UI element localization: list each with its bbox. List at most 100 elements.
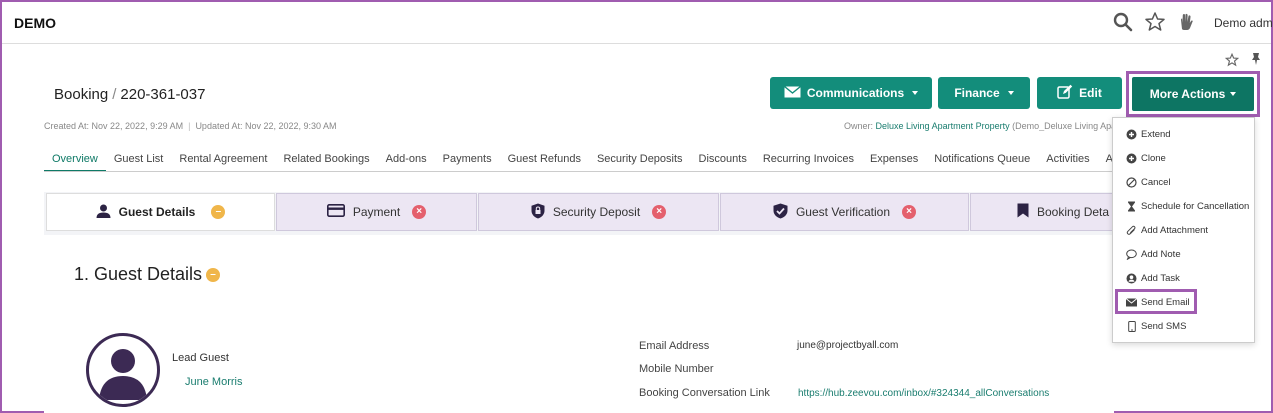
error-status-icon: × [902,205,917,219]
menu-label: Extend [1141,128,1171,140]
section-title: 1. Guest Details – [74,264,221,285]
edit-label: Edit [1079,86,1102,100]
app-brand[interactable]: DEMO [14,15,56,31]
lead-guest-name[interactable]: June Morris [185,376,242,388]
menu-item-extend[interactable]: Extend [1126,125,1171,143]
record-meta: Created At: Nov 22, 2022, 9:29 AM | Update… [44,121,337,131]
menu-item-schedule-cancellation[interactable]: Schedule for Cancellation [1126,197,1249,215]
breadcrumb: Booking/220-361-037 [54,86,205,103]
mobile-label: Mobile Number [639,363,714,375]
tab-related-bookings[interactable]: Related Bookings [275,150,377,172]
menu-item-add-task[interactable]: Add Task [1126,269,1180,287]
comment-icon [1126,249,1137,260]
search-icon[interactable] [1112,11,1134,33]
tab-guest-refunds[interactable]: Guest Refunds [500,150,589,172]
shield-check-icon [773,203,788,222]
finance-button[interactable]: Finance [938,77,1030,109]
top-bar: DEMO Demo admin [2,2,1273,44]
step-label: Guest Details [118,205,196,219]
chevron-down-icon [1230,92,1237,96]
menu-label: Clone [1141,152,1166,164]
menu-item-send-sms[interactable]: Send SMS [1126,317,1186,335]
lead-guest-label: Lead Guest [172,352,229,364]
step-guest-details[interactable]: Guest Details – [46,193,275,231]
menu-label: Schedule for Cancellation [1141,200,1250,212]
breadcrumb-record: 220-361-037 [120,86,206,103]
conversation-link[interactable]: https://hub.zeevou.com/inbox/#324344_all… [798,388,1049,399]
tab-overview[interactable]: Overview [44,150,106,172]
chevron-down-icon [1007,91,1014,95]
owner-info: Owner: Deluxe Living Apartment Property … [844,121,1124,131]
owner-link[interactable]: Deluxe Living Apartment Property [876,121,1010,131]
user-menu[interactable]: Demo admin [1214,16,1273,30]
plus-circle-icon [1126,153,1137,164]
email-value: june@projectbyall.com [797,340,899,351]
owner-label: Owner: [844,121,874,131]
tab-recurring-invoices[interactable]: Recurring Invoices [755,150,862,172]
tab-activities[interactable]: Activities [1038,150,1097,172]
mobile-phone-icon [1126,320,1137,332]
error-status-icon: × [412,205,427,219]
tab-discounts[interactable]: Discounts [691,150,755,172]
menu-item-add-attachment[interactable]: Add Attachment [1126,221,1208,239]
menu-label: Send SMS [1141,320,1187,332]
more-actions-button[interactable]: More Actions [1132,77,1254,111]
step-label: Guest Verification [795,205,891,219]
favorite-star-icon[interactable] [1224,52,1240,72]
communications-label: Communications [806,86,905,100]
breadcrumb-separator: / [112,86,117,103]
paperclip-icon [1126,225,1137,236]
menu-label: Add Task [1141,272,1180,284]
shield-lock-icon [531,203,545,222]
section-title-text: 1. Guest Details [74,264,203,284]
step-guest-verification[interactable]: Guest Verification × [720,193,969,231]
tab-rental-agreement[interactable]: Rental Agreement [171,150,275,172]
plus-circle-icon [1126,129,1137,140]
tab-security-deposits[interactable]: Security Deposits [589,150,691,172]
warning-status-icon: – [206,267,221,282]
user-icon [96,204,111,221]
pin-icon[interactable] [1250,52,1262,71]
user-circle-icon [1126,273,1137,284]
email-label: Email Address [639,340,710,352]
communications-button[interactable]: Communications [770,77,932,109]
owner-suffix: (Demo_Deluxe Living Apa [1012,121,1117,131]
chevron-down-icon [912,91,919,95]
updated-at: Updated At: Nov 22, 2022, 9:30 AM [195,121,337,131]
star-icon[interactable] [1144,11,1166,33]
tab-add-ons[interactable]: Add-ons [378,150,435,172]
edit-icon [1057,84,1073,102]
menu-item-add-note[interactable]: Add Note [1126,245,1181,263]
tabs-divider [44,171,1114,172]
warning-status-icon: – [211,205,226,219]
menu-label: Add Attachment [1141,224,1209,236]
hourglass-icon [1126,201,1137,212]
breadcrumb-section[interactable]: Booking [54,86,108,103]
ban-icon [1126,176,1137,188]
menu-label: Cancel [1141,176,1171,188]
menu-item-clone[interactable]: Clone [1126,149,1166,167]
credit-card-icon [326,204,345,220]
step-label: Payment [352,205,401,219]
tab-notifications-queue[interactable]: Notifications Queue [926,150,1038,172]
menu-item-cancel[interactable]: Cancel [1126,173,1171,191]
created-at: Created At: Nov 22, 2022, 9:29 AM [44,121,184,131]
more-actions-label: More Actions [1149,87,1226,101]
envelope-icon [783,85,801,101]
edit-button[interactable]: Edit [1037,77,1122,109]
step-payment[interactable]: Payment × [276,193,477,231]
tab-payments[interactable]: Payments [435,150,500,172]
hand-icon[interactable] [1175,11,1197,33]
send-email-highlight [1115,289,1197,314]
step-label: Security Deposit [552,205,641,219]
avatar [86,333,160,407]
more-actions-highlight: More Actions [1126,71,1260,117]
finance-label: Finance [954,86,1000,100]
step-security-deposit[interactable]: Security Deposit × [478,193,719,231]
tab-guest-list[interactable]: Guest List [106,150,172,172]
menu-label: Add Note [1141,248,1181,260]
tab-expenses[interactable]: Expenses [862,150,926,172]
step-booking-details[interactable]: Booking Deta [970,193,1113,231]
record-tabs: Overview Guest List Rental Agreement Rel… [44,150,1153,172]
step-label: Booking Deta [1037,205,1110,219]
